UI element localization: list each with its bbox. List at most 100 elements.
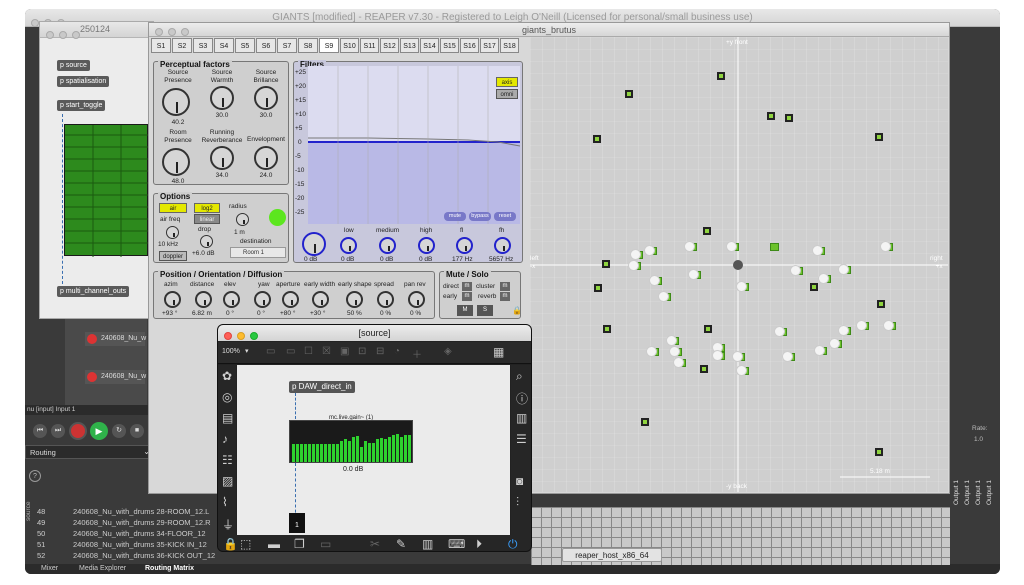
paperclip-icon[interactable]: ⌇ [222, 495, 228, 509]
rewind-icon[interactable]: ⏮ [33, 424, 47, 438]
object-p-daw-direct-in[interactable]: p DAW_direct_in [289, 381, 355, 393]
piano-icon[interactable]: ▥ [422, 537, 433, 551]
lock-icon[interactable]: 🔒 [512, 306, 522, 315]
toolbar-icon[interactable]: ▭ [286, 346, 295, 357]
toolbar-icon[interactable]: ◈ [444, 346, 452, 357]
speaker[interactable] [875, 133, 883, 141]
doppler-button[interactable]: doppler [159, 251, 187, 261]
filter-graph[interactable] [308, 66, 520, 224]
keyboard-icon[interactable]: ⌨ [448, 537, 465, 551]
toolbar-icon[interactable]: ☒ [322, 346, 331, 357]
tab-s5[interactable]: S5 [235, 38, 255, 53]
tab-s9[interactable]: S9 [319, 38, 339, 53]
toolbar-icon[interactable]: ✂ [370, 537, 380, 551]
tab-mixer[interactable]: Mixer [41, 565, 58, 572]
chevron-down-icon[interactable]: ▾ [245, 347, 249, 355]
speaker[interactable] [602, 260, 610, 268]
speaker[interactable] [877, 300, 885, 308]
zoom-level[interactable]: 100% [222, 348, 240, 355]
sound-source[interactable] [628, 260, 641, 271]
console-icon[interactable]: ☰ [516, 432, 527, 446]
yaw-knob[interactable] [254, 291, 271, 308]
mixer-icon[interactable]: ⫶ [516, 495, 519, 510]
speaker[interactable] [603, 325, 611, 333]
routing-row-name[interactable]: 240608_Nu_with_drums 36-KICK OUT_12 [73, 551, 215, 560]
tab-s14[interactable]: S14 [420, 38, 439, 53]
list-icon[interactable]: ☷ [222, 453, 233, 467]
sound-source[interactable] [712, 350, 725, 361]
tab-s7[interactable]: S7 [277, 38, 297, 53]
play-icon[interactable]: ▶ [90, 422, 108, 440]
tab-routing-matrix[interactable]: Routing Matrix [145, 565, 194, 572]
window-icon[interactable]: ❐ [294, 537, 305, 551]
grid-icon[interactable]: ▦ [493, 345, 504, 359]
elev-knob[interactable] [223, 291, 240, 308]
routing-dropdown[interactable]: Routing ⌄ [25, 445, 155, 459]
sound-source[interactable] [736, 365, 749, 376]
tab-s15[interactable]: S15 [440, 38, 459, 53]
direct-mute-button[interactable]: m [462, 282, 472, 291]
room-presence-knob[interactable] [162, 148, 190, 176]
sound-source[interactable] [630, 249, 643, 260]
azim-knob[interactable] [164, 291, 181, 308]
sound-source[interactable] [644, 245, 657, 256]
loop-icon[interactable]: ↻ [112, 424, 126, 438]
power-icon[interactable]: ⏻ [508, 537, 518, 551]
sound-source[interactable] [684, 241, 697, 252]
toolbar-icon[interactable]: ⊟ [376, 346, 384, 357]
routing-row-name[interactable]: 240608_Nu_with_drums 29-ROOM_12.R [73, 518, 211, 527]
toolbar-icon[interactable]: ☐ [304, 346, 313, 357]
air-freq-knob[interactable] [166, 226, 179, 239]
tab-s10[interactable]: S10 [340, 38, 359, 53]
speaker[interactable] [704, 325, 712, 333]
sound-source[interactable] [666, 335, 679, 346]
sound-source[interactable] [782, 351, 795, 362]
speaker[interactable] [875, 448, 883, 456]
book-icon[interactable]: ▥ [516, 411, 527, 425]
record-arm-icon[interactable] [87, 372, 97, 382]
speaker[interactable] [593, 135, 601, 143]
sound-source[interactable] [732, 351, 745, 362]
drop-knob[interactable] [200, 235, 213, 248]
forward-icon[interactable]: ⏭ [51, 424, 65, 438]
sound-source[interactable] [838, 325, 851, 336]
palette-icon[interactable]: ✿ [222, 369, 232, 383]
track-row[interactable]: 240608_Nu_w [85, 370, 146, 384]
tab-media-explorer[interactable]: Media Explorer [79, 565, 126, 572]
mute-all-button[interactable]: M [457, 305, 473, 316]
cluster-mute-button[interactable]: m [500, 282, 510, 291]
log2-button[interactable]: log2 [194, 203, 220, 213]
sound-source[interactable] [818, 273, 831, 284]
sound-source[interactable] [774, 326, 787, 337]
mute-button[interactable]: mute [444, 212, 466, 221]
sound-source[interactable] [770, 243, 779, 251]
tab-s2[interactable]: S2 [172, 38, 192, 53]
tab-s12[interactable]: S12 [380, 38, 399, 53]
distance-knob[interactable] [195, 291, 212, 308]
gain-knob[interactable] [302, 232, 326, 256]
wrench-icon[interactable]: ✎ [396, 537, 406, 551]
speaker[interactable] [703, 227, 711, 235]
speaker[interactable] [700, 365, 708, 373]
sound-source[interactable] [726, 241, 739, 252]
speaker[interactable] [594, 284, 602, 292]
object-p-spatialisation[interactable]: p spatialisation [57, 76, 110, 87]
outlet[interactable]: 1 [289, 513, 305, 533]
omni-button[interactable]: omni [496, 89, 518, 99]
fl-knob[interactable] [456, 237, 473, 254]
linear-button[interactable]: linear [194, 214, 220, 224]
routing-row-name[interactable]: 240608_Nu_with_drums 35-KICK IN_12 [73, 540, 207, 549]
sound-source[interactable] [669, 346, 682, 357]
sound-source[interactable] [856, 320, 869, 331]
record-icon[interactable] [69, 422, 87, 440]
speaker[interactable] [767, 112, 775, 120]
bypass-button[interactable]: bypass [469, 212, 491, 221]
search-icon[interactable]: ⌕ [516, 369, 523, 384]
lock-icon[interactable]: 🔒 [223, 537, 238, 551]
sound-source[interactable] [646, 346, 659, 357]
high-knob[interactable] [418, 237, 435, 254]
tab-s11[interactable]: S11 [360, 38, 379, 53]
early-shape-knob[interactable] [346, 291, 363, 308]
speaker[interactable] [785, 114, 793, 122]
record-arm-icon[interactable] [87, 334, 97, 344]
